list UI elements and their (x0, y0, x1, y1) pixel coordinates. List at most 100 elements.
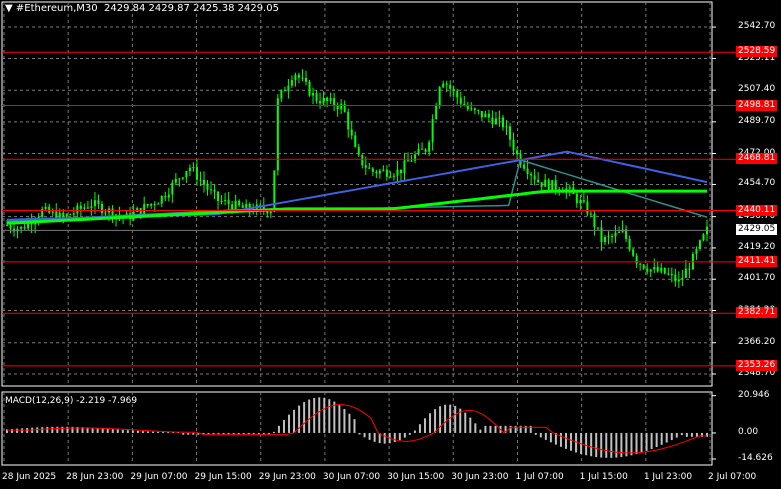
candle-body (491, 117, 494, 125)
macd-histogram-bar (408, 432, 411, 435)
price-level-tag: 2382.71 (736, 307, 778, 319)
candle-body (371, 168, 374, 172)
candle-body (695, 248, 698, 254)
chart-window: ▼ #Ethereum,M30 2429.84 2429.87 2425.38 … (0, 0, 781, 489)
candle-body (470, 108, 473, 110)
macd-histogram-bar (41, 427, 44, 433)
main-plot-frame (1, 1, 713, 387)
macd-histogram-bar (106, 428, 109, 433)
candle-body (48, 206, 51, 213)
candle-body (392, 175, 395, 177)
candle-body (586, 201, 589, 214)
time-axis-label: 2 Jul 07:00 (708, 472, 757, 482)
candle-body (417, 148, 420, 155)
macd-histogram-bar (272, 431, 275, 433)
candle-body (213, 189, 216, 192)
candle-body (681, 277, 684, 280)
macd-histogram-bar (665, 432, 668, 443)
candle-body (220, 200, 223, 202)
candle-body (523, 164, 526, 169)
candle-body (533, 175, 536, 180)
candle-body (340, 103, 343, 110)
candle-body (72, 213, 75, 215)
candle-body (181, 177, 184, 179)
candle-body (167, 194, 170, 198)
time-axis-label: 29 Jun 07:00 (130, 472, 188, 482)
candle-body (431, 119, 434, 143)
candle-body (375, 171, 378, 174)
candle-body (188, 167, 191, 172)
macd-histogram-bar (434, 409, 437, 433)
candle-body (579, 200, 582, 204)
candle-body (435, 105, 438, 120)
candle-body (312, 93, 315, 96)
candle-body (688, 268, 691, 270)
candle-body (396, 169, 399, 176)
candle-body (245, 204, 248, 208)
macd-histogram-bar (358, 432, 361, 435)
macd-histogram-bar (615, 432, 618, 458)
candle-body (589, 213, 592, 215)
price-axis-label: 2489.70 (738, 115, 776, 126)
price-level-tag: 2440.11 (736, 204, 778, 216)
macd-histogram-bar (640, 432, 643, 453)
candle-body (646, 268, 649, 272)
candle-body (217, 191, 220, 201)
macd-histogram-bar (675, 432, 678, 438)
candle-body (153, 203, 156, 205)
macd-histogram-bar (539, 432, 542, 438)
macd-histogram-bar (61, 426, 64, 433)
time-axis-label: 30 Jun 23:00 (451, 472, 509, 482)
macd-histogram-bar (570, 432, 573, 451)
candle-body (445, 83, 448, 85)
candle-body (530, 173, 533, 176)
candle-body (65, 214, 68, 217)
candle-body (466, 105, 469, 110)
candle-body (540, 182, 543, 187)
macd-histogram-bar (328, 399, 331, 433)
macd-histogram-bar (479, 429, 482, 433)
macd-histogram-bar (308, 399, 311, 433)
candle-body (100, 203, 103, 214)
candle-body (389, 176, 392, 178)
macd-histogram-bar (147, 431, 150, 433)
candle-body (698, 240, 701, 249)
candle-body (178, 178, 181, 180)
candle-body (428, 142, 431, 152)
macd-histogram-bar (116, 429, 119, 433)
macd-histogram-bar (439, 406, 442, 433)
candle-body (202, 179, 205, 185)
candle-body (653, 266, 656, 270)
time-axis-label: 29 Jun 23:00 (258, 472, 316, 482)
candle-body (582, 200, 585, 202)
candle-body (361, 154, 364, 166)
candle-body (368, 167, 371, 169)
candle-body (195, 167, 198, 180)
candle-body (273, 170, 276, 212)
macd-axis-label: -14.626 (738, 452, 773, 463)
price-axis-label: 2507.40 (738, 84, 776, 95)
macd-histogram-bar (152, 431, 155, 433)
macd-histogram-bar (333, 401, 336, 433)
macd-histogram-bar (36, 427, 39, 433)
candle-body (185, 171, 188, 178)
macd-histogram-bar (131, 430, 134, 433)
candle-body (452, 88, 455, 92)
candle-body (319, 100, 322, 104)
macd-histogram-bar (403, 432, 406, 438)
price-axis-label: 2366.20 (738, 336, 776, 347)
price-chart[interactable] (0, 0, 781, 489)
candle-body (329, 98, 332, 102)
candle-body (410, 160, 413, 162)
candle-body (241, 205, 244, 208)
candle-body (97, 200, 100, 204)
candle-body (484, 113, 487, 118)
candle-body (607, 236, 610, 238)
candle-body (575, 193, 578, 204)
candle-body (473, 108, 476, 111)
candle-body (593, 213, 596, 228)
macd-histogram-bar (464, 412, 467, 433)
candle-body (192, 167, 195, 169)
candle-body (20, 226, 23, 229)
candle-body (160, 195, 163, 204)
